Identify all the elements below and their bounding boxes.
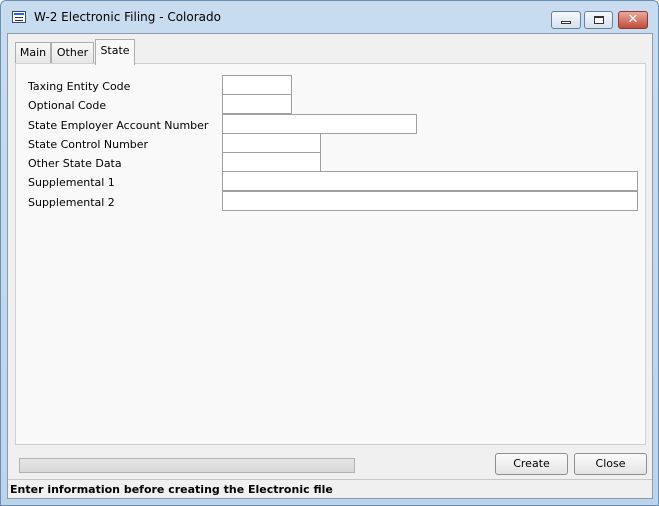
tab-state[interactable]: State — [95, 39, 135, 65]
close-button-label: Close — [595, 457, 626, 470]
create-button[interactable]: Create — [495, 453, 568, 475]
tab-state-label: State — [100, 44, 130, 57]
close-icon: ✕ — [627, 12, 639, 27]
window-title: W-2 Electronic Filing - Colorado — [34, 10, 221, 24]
minimize-icon — [561, 21, 571, 24]
window-close-button[interactable]: ✕ — [618, 11, 648, 29]
maximize-button[interactable] — [584, 11, 613, 29]
state-employer-account-number-label: State Employer Account Number — [28, 119, 209, 132]
tab-other-label: Other — [56, 46, 89, 59]
close-button[interactable]: Close — [574, 453, 647, 475]
supplemental-1-label: Supplemental 1 — [28, 176, 115, 189]
state-employer-account-number-field[interactable] — [222, 114, 417, 134]
state-control-number-label: State Control Number — [28, 138, 149, 151]
dialog-body: Main Other State Taxing Entity Code Opti… — [7, 33, 653, 499]
tab-other[interactable]: Other — [51, 42, 94, 64]
optional-code-label: Optional Code — [28, 99, 107, 112]
other-state-data-label: Other State Data — [28, 157, 122, 170]
state-tab-panel: Taxing Entity Code Optional Code State E… — [15, 63, 646, 445]
supplemental-2-field[interactable] — [222, 191, 638, 211]
minimize-button[interactable] — [551, 11, 581, 29]
status-bar: Enter information before creating the El… — [8, 479, 652, 499]
state-control-number-field[interactable] — [222, 133, 321, 153]
optional-code-field[interactable] — [222, 94, 292, 114]
other-state-data-field[interactable] — [222, 152, 321, 172]
tab-main[interactable]: Main — [15, 42, 51, 64]
supplemental-1-field[interactable] — [222, 171, 638, 191]
app-icon[interactable] — [12, 11, 26, 23]
application-window: W-2 Electronic Filing - Colorado ✕ Main … — [0, 0, 659, 506]
taxing-entity-code-field[interactable] — [222, 75, 292, 95]
taxing-entity-code-label: Taxing Entity Code — [28, 80, 131, 93]
title-bar[interactable]: W-2 Electronic Filing - Colorado ✕ — [1, 1, 658, 33]
maximize-icon — [594, 16, 604, 24]
progress-bar — [19, 458, 355, 473]
tab-main-label: Main — [19, 46, 47, 59]
status-text: Enter information before creating the El… — [10, 483, 333, 496]
create-button-label: Create — [513, 457, 550, 470]
supplemental-2-label: Supplemental 2 — [28, 196, 115, 209]
